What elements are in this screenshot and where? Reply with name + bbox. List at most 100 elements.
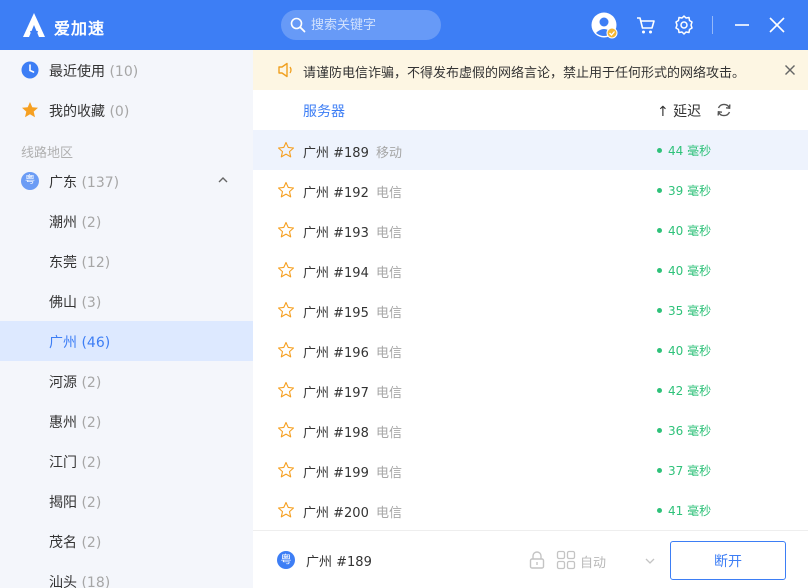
chevron-down-icon[interactable] (644, 555, 656, 567)
ping-status-dot (657, 508, 662, 513)
favorite-star-icon[interactable] (277, 421, 295, 439)
server-isp: 电信 (376, 466, 403, 481)
server-row[interactable]: 广州 #198 电信 36 毫秒 (253, 410, 808, 450)
search-input[interactable] (311, 15, 433, 35)
server-row[interactable]: 广州 #194 电信 40 毫秒 (253, 250, 808, 290)
column-header-server[interactable]: 服务器 (303, 101, 345, 121)
server-row[interactable]: 广州 #196 电信 40 毫秒 (253, 330, 808, 370)
favorite-star-icon[interactable] (277, 141, 295, 159)
sidebar-item-count: (46) (81, 335, 111, 351)
favorite-star-icon[interactable] (277, 501, 295, 519)
server-ping: 42 毫秒 (668, 384, 712, 398)
sidebar-item-city[interactable]: 惠州 (2) (0, 401, 253, 441)
chevron-up-icon[interactable] (216, 173, 230, 187)
server-name: 广州 #198 (303, 426, 369, 441)
section-label-regions: 线路地区 (21, 146, 74, 161)
sidebar-item-count: (12) (81, 255, 111, 271)
close-icon[interactable] (765, 13, 789, 37)
mode-select-value[interactable]: 自动 (580, 552, 606, 571)
gear-icon[interactable] (672, 13, 696, 37)
sidebar-item-city[interactable]: 佛山 (3) (0, 281, 253, 321)
sidebar-item-recent[interactable]: 最近使用 (10) (0, 50, 253, 90)
sidebar-item-favorites[interactable]: 我的收藏 (0) (0, 90, 253, 130)
lock-icon[interactable] (528, 550, 546, 570)
ping-status-dot (657, 308, 662, 313)
titlebar-divider (712, 16, 713, 34)
favorite-star-icon[interactable] (277, 181, 295, 199)
notice-banner: 请谨防电信诈骗，不得发布虚假的网络言论，禁止用于任何形式的网络攻击。 (253, 50, 808, 90)
sidebar-item-label: 江门 (49, 455, 77, 471)
title-bar: 爱加速 (0, 0, 808, 50)
server-row[interactable]: 广州 #192 电信 39 毫秒 (253, 170, 808, 210)
server-name: 广州 #192 (303, 186, 369, 201)
server-name: 广州 #200 (303, 506, 369, 521)
app-title: 爱加速 (54, 19, 106, 38)
server-isp: 电信 (376, 226, 403, 241)
minimize-icon[interactable] (730, 13, 754, 37)
app-logo-icon (23, 13, 45, 37)
sidebar-item-city-active[interactable]: 广州 (46) (0, 321, 253, 361)
favorite-star-icon[interactable] (277, 301, 295, 319)
server-row-selected[interactable]: 广州 #189 移动 44 毫秒 (253, 130, 808, 170)
search-icon (290, 17, 306, 33)
sidebar-item-province-guangdong[interactable]: 粤 广东 (137) (0, 161, 253, 201)
sidebar-item-count: (10) (109, 64, 139, 80)
province-badge: 粤 (21, 172, 39, 190)
sidebar-item-city[interactable]: 揭阳 (2) (0, 481, 253, 521)
column-header-latency[interactable]: ↑ 延迟 (657, 101, 701, 121)
sidebar-item-count: (137) (81, 175, 120, 191)
sidebar-item-label: 佛山 (49, 295, 77, 311)
sidebar-item-label: 广州 (49, 335, 77, 351)
server-isp: 电信 (376, 426, 403, 441)
refresh-icon[interactable] (716, 102, 732, 118)
server-row[interactable]: 广州 #195 电信 35 毫秒 (253, 290, 808, 330)
sidebar-item-city[interactable]: 江门 (2) (0, 441, 253, 481)
star-icon (22, 102, 38, 118)
server-ping: 44 毫秒 (668, 144, 712, 158)
sidebar-item-count: (0) (109, 104, 130, 120)
server-row[interactable]: 广州 #197 电信 42 毫秒 (253, 370, 808, 410)
cart-icon[interactable] (634, 13, 658, 37)
disconnect-button[interactable]: 断开 (670, 541, 786, 580)
favorite-star-icon[interactable] (277, 381, 295, 399)
sidebar-item-label: 惠州 (49, 415, 77, 431)
sidebar-item-label: 潮州 (49, 215, 77, 231)
server-row[interactable]: 广州 #199 电信 37 毫秒 (253, 450, 808, 490)
server-name: 广州 #193 (303, 226, 369, 241)
sidebar-item-count: (2) (81, 455, 102, 471)
search-box[interactable] (281, 10, 441, 40)
sidebar-item-label: 河源 (49, 375, 77, 391)
user-avatar-icon[interactable] (591, 12, 618, 39)
sidebar-item-count: (2) (81, 495, 102, 511)
sidebar-item-city[interactable]: 茂名 (2) (0, 521, 253, 561)
sidebar-item-city[interactable]: 河源 (2) (0, 361, 253, 401)
sidebar-item-label: 汕头 (49, 575, 77, 588)
connection-bar: 粤 广州 #189 自动 断开 (253, 530, 808, 588)
server-ping: 40 毫秒 (668, 224, 712, 238)
favorite-star-icon[interactable] (277, 461, 295, 479)
favorite-star-icon[interactable] (277, 221, 295, 239)
favorite-star-icon[interactable] (277, 261, 295, 279)
server-row[interactable]: 广州 #200 电信 41 毫秒 (253, 490, 808, 530)
ping-status-dot (657, 348, 662, 353)
sidebar-item-city[interactable]: 潮州 (2) (0, 201, 253, 241)
sidebar-item-label: 我的收藏 (49, 104, 105, 120)
sidebar-item-count: (2) (81, 375, 102, 391)
server-row[interactable]: 广州 #193 电信 40 毫秒 (253, 210, 808, 250)
ping-status-dot (657, 268, 662, 273)
server-ping: 39 毫秒 (668, 184, 712, 198)
sidebar-item-label: 揭阳 (49, 495, 77, 511)
server-isp: 电信 (376, 306, 403, 321)
sidebar-item-label: 广东 (49, 175, 77, 191)
notice-close-icon[interactable] (784, 64, 796, 76)
server-name: 广州 #195 (303, 306, 369, 321)
current-server-name: 广州 #189 (306, 555, 372, 570)
favorite-star-icon[interactable] (277, 341, 295, 359)
sidebar-item-city[interactable]: 东莞 (12) (0, 241, 253, 281)
server-isp: 电信 (376, 386, 403, 401)
sidebar-item-label: 最近使用 (49, 64, 105, 80)
sidebar-item-city[interactable]: 汕头 (18) (0, 561, 253, 588)
sidebar-item-count: (2) (81, 215, 102, 231)
server-name: 广州 #189 (303, 146, 369, 161)
ping-status-dot (657, 228, 662, 233)
